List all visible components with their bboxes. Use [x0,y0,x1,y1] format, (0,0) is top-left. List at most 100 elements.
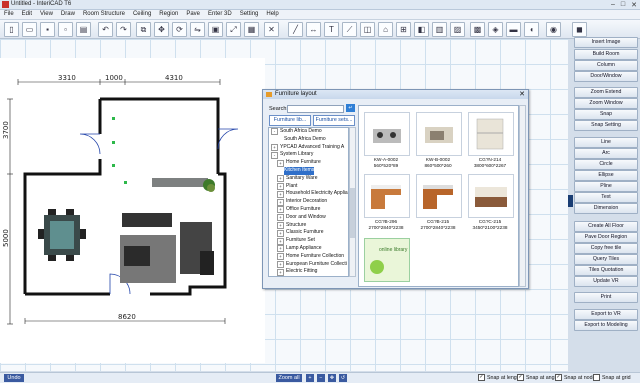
tree-item[interactable]: +Sanitary Ware [269,175,348,183]
search-input[interactable] [287,105,344,113]
snap-checkbox[interactable] [593,374,600,381]
menu-region[interactable]: Region [155,10,182,19]
menu-pave[interactable]: Pave [182,10,204,19]
tab-furniture-sets[interactable]: Furniture sets... [313,115,355,126]
expand-icon[interactable]: + [277,199,284,206]
snap-setting-button[interactable]: Snap Setting [574,120,638,131]
zoom-window-button[interactable]: Zoom Window [574,98,638,109]
tree-item[interactable]: +Kitchen and Bath Collection [269,276,348,277]
box-icon[interactable]: ◼ [572,22,587,37]
save-icon[interactable]: ▪ [40,22,55,37]
snap-at-length[interactable]: ✓Snap at length [478,374,521,381]
tree-item[interactable]: +Household Electricity Applia [269,190,348,198]
tree-scrollbar[interactable] [349,127,356,277]
column-button[interactable]: Column [574,60,638,71]
export-to-modeling-button[interactable]: Export to Modeling [574,320,638,331]
collapse-icon[interactable]: - [271,128,278,135]
pan-icon[interactable]: ✥ [328,374,336,382]
scale-icon[interactable]: ⤢ [226,22,241,37]
line-tool-icon[interactable]: ╱ [288,22,303,37]
print-button[interactable]: Print [574,292,638,303]
menu-edit[interactable]: Edit [18,10,36,19]
rotate-icon[interactable]: ⟳ [172,22,187,37]
expand-icon[interactable]: + [277,206,284,213]
tree-item[interactable]: +YPCAD Advanced Training A [269,144,348,152]
save-as-icon[interactable]: ▫ [58,22,73,37]
tree-item[interactable]: +Lamp Appliance [269,245,348,253]
thumb-online-library[interactable]: online library [364,238,410,282]
tiles-quotation-button[interactable]: Tiles Quotation [574,265,638,276]
tree-item[interactable]: Kitchen Items [269,167,348,175]
expand-icon[interactable]: + [277,253,284,260]
expand-icon[interactable]: + [277,261,284,268]
menu-draw[interactable]: Draw [57,10,79,19]
redo-icon[interactable]: ↷ [116,22,131,37]
sofa[interactable] [122,213,172,227]
export-to-vr-button[interactable]: Export to VR [574,309,638,320]
text-tool-icon[interactable]: T [324,22,339,37]
dimension-tool-icon[interactable]: ↔ [306,22,321,37]
frame-icon[interactable]: ◧ [414,22,429,37]
thumb-kitchen-set-1[interactable] [364,174,410,218]
snap-at-node[interactable]: ✓Snap at node [555,374,596,381]
render-icon[interactable]: ◉ [546,22,561,37]
expand-icon[interactable]: + [277,222,284,229]
tree-item[interactable]: +Furniture Set [269,237,348,245]
insert-image-button[interactable]: Insert Image [574,37,638,48]
expand-icon[interactable]: + [277,230,284,237]
tree-item[interactable]: South Africa Demo [269,136,348,144]
pline-button[interactable]: Pline [574,181,638,192]
circle-button[interactable]: Circle [574,159,638,170]
text-button[interactable]: Text [574,192,638,203]
query-tiles-button[interactable]: Query Tiles [574,254,638,265]
wall-icon[interactable]: ▥ [432,22,447,37]
tree-item[interactable]: -South Africa Demo [269,128,348,136]
menu-setting[interactable]: Setting [236,10,263,19]
copy-icon[interactable]: ⧉ [136,22,151,37]
tree-item[interactable]: +Home Furniture Collection [269,253,348,261]
menu-help[interactable]: Help [262,10,282,19]
array-icon[interactable]: ▦ [244,22,259,37]
menu-room-structure[interactable]: Room Structure [79,10,129,19]
wall-cabinet[interactable] [152,178,208,187]
thumb-kitchen-set-3[interactable] [468,174,514,218]
collapse-icon[interactable]: - [271,152,278,159]
snap-at-angle[interactable]: ✓Snap at angle [517,374,559,381]
create-all-floor-button[interactable]: Create All Floor [574,221,638,232]
mirror-icon[interactable]: ⇋ [190,22,205,37]
tree-item[interactable]: +Plant [269,183,348,191]
expand-icon[interactable]: + [277,269,284,276]
snap-button[interactable]: Snap [574,109,638,120]
door-icon[interactable]: ◖ [524,22,539,37]
minimize-icon[interactable]: – [611,1,615,9]
offset-icon[interactable]: ▣ [208,22,223,37]
move-icon[interactable]: ✥ [154,22,169,37]
menu-file[interactable]: File [0,10,18,19]
panel-collapse-handle[interactable] [568,195,573,207]
expand-icon[interactable]: + [277,245,284,252]
expand-icon[interactable]: + [277,183,284,190]
hatch-icon[interactable]: ▨ [450,22,465,37]
expand-icon[interactable]: + [277,238,284,245]
expand-icon[interactable]: + [277,175,284,182]
tree-item[interactable]: +Classic Furniture [269,229,348,237]
print-icon[interactable]: ▤ [76,22,91,37]
tree-item[interactable]: +Structure [269,222,348,230]
dimension-button[interactable]: Dimension [574,203,638,214]
menu-view[interactable]: View [36,10,57,19]
thumb-sink[interactable] [416,112,462,156]
snap-at-grid[interactable]: Snap at grid [593,374,631,381]
menu-ceiling[interactable]: Ceiling [129,10,155,19]
search-go-button[interactable]: ↵ [346,104,355,112]
menu-enter-3d[interactable]: Enter 3D [204,10,236,19]
zoom-previous-icon[interactable]: ↺ [339,374,347,382]
tree-item[interactable]: +Door and Window [269,214,348,222]
sofa-icon[interactable]: ▬ [506,22,521,37]
delete-icon[interactable]: ✕ [264,22,279,37]
ellipse-button[interactable]: Ellipse [574,170,638,181]
thumb-kitchen-cabinet-tall[interactable] [468,112,514,156]
cube-icon[interactable]: ◈ [488,22,503,37]
expand-icon[interactable]: + [277,160,284,167]
update-vr-button[interactable]: Update VR [574,276,638,287]
thumbnail-scrollbar[interactable] [519,105,526,287]
